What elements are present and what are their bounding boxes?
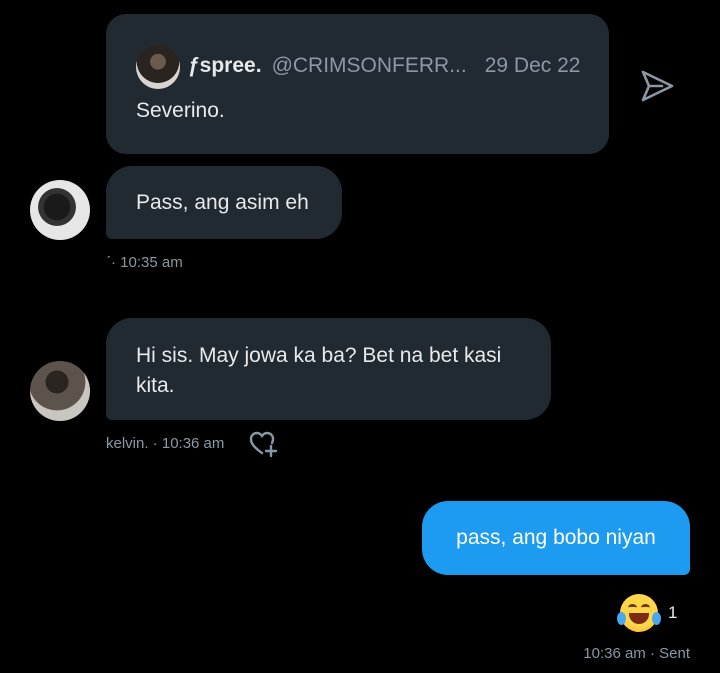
message-bubble[interactable]: Pass, ang asim eh: [106, 166, 342, 239]
quoted-author-avatar: [136, 45, 180, 89]
sent-message-text: pass, ang bobo niyan: [456, 526, 656, 549]
sent-message-bubble[interactable]: pass, ang bobo niyan: [422, 501, 690, 575]
message-timestamp: ˊ· 10:35 am: [106, 254, 183, 271]
message-bubble[interactable]: Hi sis. May jowa ka ba? Bet na bet kasi …: [106, 318, 551, 420]
quoted-tweet-text: Severino.: [136, 99, 225, 122]
quoted-tweet-card[interactable]: [106, 14, 609, 154]
message-text: Pass, ang asim eh: [136, 190, 309, 214]
sent-status: 10:36 am · Sent: [583, 645, 690, 662]
avatar[interactable]: [30, 180, 90, 240]
message-text: Hi sis. May jowa ka ba? Bet na bet kasi …: [136, 344, 502, 397]
quoted-tweet-date: 29 Dec 22: [484, 54, 581, 77]
reaction-count: 1: [668, 603, 678, 622]
message-timestamp: kelvin. · 10:36 am: [106, 435, 225, 452]
quoted-author-name: ƒspree.: [188, 54, 262, 77]
heart-plus-icon[interactable]: [249, 430, 279, 458]
avatar[interactable]: [30, 361, 90, 421]
message-reaction[interactable]: 1: [617, 594, 678, 632]
send-icon[interactable]: [638, 67, 676, 105]
quoted-author-handle: @CRIMSONFERR...: [271, 54, 467, 77]
quoted-tweet-header: ƒspree. @CRIMSONFERR... 29 Dec 22: [188, 54, 588, 80]
laughing-tears-emoji-icon: [617, 594, 661, 632]
